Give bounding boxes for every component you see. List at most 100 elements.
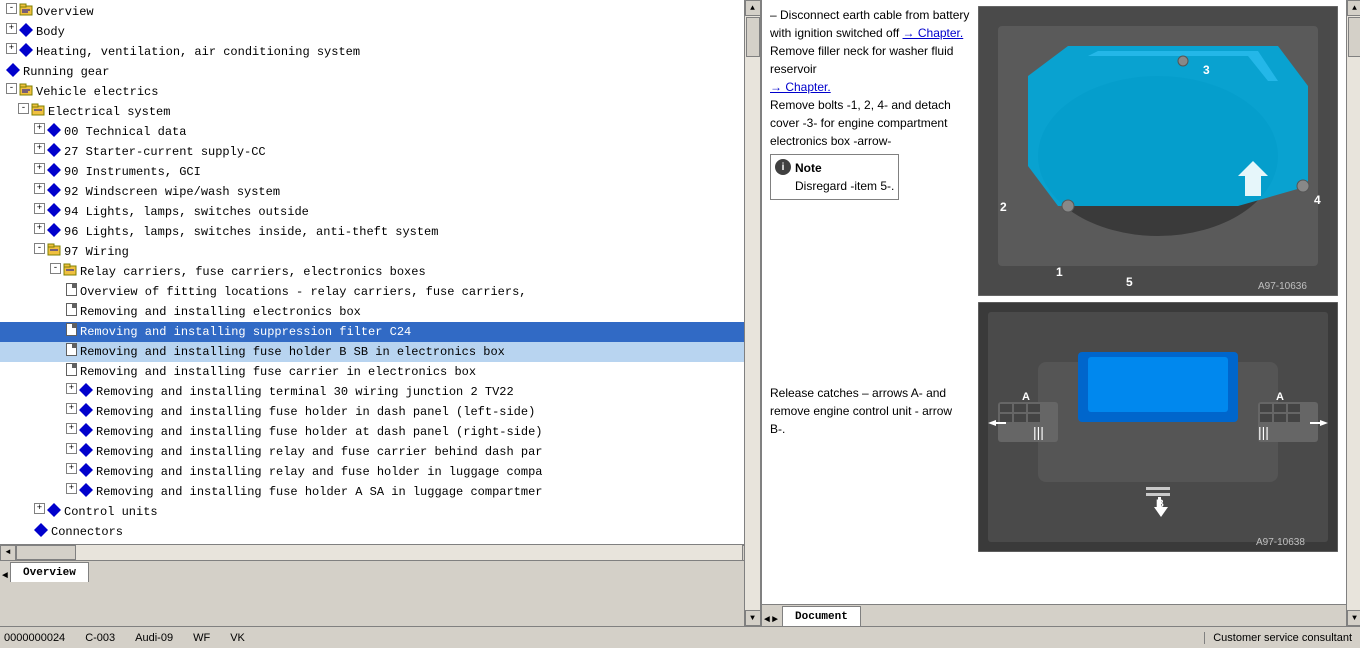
tree-label-vehicle-elec: Vehicle electrics bbox=[36, 83, 158, 101]
tree-item-elec-sys[interactable]: - Electrical system bbox=[0, 102, 744, 122]
bottom-tabs-left: ◄ Overview bbox=[0, 560, 744, 582]
engine-image-1: 1 2 3 4 5 A97-10636 bbox=[978, 6, 1338, 296]
scroll-thumb-left[interactable] bbox=[746, 17, 760, 57]
folder-link-icon bbox=[19, 3, 33, 17]
scroll-down-left[interactable]: ▼ bbox=[745, 610, 761, 626]
tree-label-elec-sys: Electrical system bbox=[48, 103, 170, 121]
bottom-tabs-right: ◄ ► Document bbox=[762, 604, 1346, 626]
left-panel: - Overview + Body bbox=[0, 0, 744, 582]
h-scroll-track[interactable] bbox=[16, 545, 742, 560]
expand-overview[interactable]: - bbox=[6, 3, 17, 14]
h-scroll-thumb[interactable] bbox=[16, 545, 76, 560]
tree-item-running[interactable]: Running gear bbox=[0, 62, 744, 82]
tree-item-terminal30[interactable]: + Removing and installing terminal 30 wi… bbox=[0, 382, 744, 402]
scroll-track-right[interactable] bbox=[1347, 16, 1360, 610]
tab-arrow-right-right[interactable]: ► bbox=[772, 615, 778, 626]
tree-area[interactable]: - Overview + Body bbox=[0, 0, 744, 544]
tab-arrow-left-right[interactable]: ◄ bbox=[764, 615, 770, 626]
step2-text: Remove bolts -1, 2, 4- and detach cover … bbox=[770, 96, 970, 150]
chapter-link-1[interactable]: → Chapter. bbox=[903, 26, 964, 40]
scroll-thumb-right[interactable] bbox=[1348, 17, 1360, 57]
expand-fuse-right[interactable]: + bbox=[66, 423, 77, 434]
note-box: i Note Disregard -item 5-. bbox=[770, 154, 899, 200]
expand-control[interactable]: + bbox=[34, 503, 45, 514]
expand-terminal30[interactable]: + bbox=[66, 383, 77, 394]
expand-relay-holder[interactable]: + bbox=[66, 463, 77, 474]
tree-item-fuse-carrier[interactable]: Removing and installing fuse carrier in … bbox=[0, 362, 744, 382]
expand-elec-sys[interactable]: - bbox=[18, 103, 29, 114]
tree-item-elec-box[interactable]: Removing and installing electronics box bbox=[0, 302, 744, 322]
tree-label-fuse-sb: Removing and installing fuse holder B SB… bbox=[80, 343, 505, 361]
tree-item-00[interactable]: + 00 Technical data bbox=[0, 122, 744, 142]
tree-item-fuse-sb[interactable]: Removing and installing fuse holder B SB… bbox=[0, 342, 744, 362]
expand-fuse-a[interactable]: + bbox=[66, 483, 77, 494]
chapter-link-2[interactable]: → Chapter. bbox=[770, 80, 831, 94]
expand-fuse-left[interactable]: + bbox=[66, 403, 77, 414]
tree-item-92[interactable]: + 92 Windscreen wipe/wash system bbox=[0, 182, 744, 202]
expand-92[interactable]: + bbox=[34, 183, 45, 194]
tree-label-relay-fuse: Removing and installing relay and fuse c… bbox=[96, 443, 542, 461]
expand-relay-fuse[interactable]: + bbox=[66, 443, 77, 454]
tree-scroll-area: - Overview + Body bbox=[0, 0, 744, 626]
tree-item-overview[interactable]: - Overview bbox=[0, 2, 744, 22]
status-field2: C-003 bbox=[85, 632, 115, 644]
tree-item-96[interactable]: + 96 Lights, lamps, switches inside, ant… bbox=[0, 222, 744, 242]
expand-body[interactable]: + bbox=[6, 23, 17, 34]
scroll-down-right[interactable]: ▼ bbox=[1347, 610, 1360, 626]
diamond-icon-96 bbox=[47, 223, 61, 237]
engine-svg-2: A ||| A ||| B bbox=[978, 302, 1338, 552]
tab-overview[interactable]: Overview bbox=[10, 562, 89, 582]
svg-text:5: 5 bbox=[1126, 275, 1133, 289]
expand-97[interactable]: - bbox=[34, 243, 45, 254]
tree-item-fuse-left[interactable]: + Removing and installing fuse holder in… bbox=[0, 402, 744, 422]
expand-27[interactable]: + bbox=[34, 143, 45, 154]
text-column: – Disconnect earth cable from battery wi… bbox=[770, 6, 970, 552]
left-v-scrollbar[interactable]: ▲ ▼ bbox=[744, 0, 760, 626]
tree-item-control[interactable]: + Control units bbox=[0, 502, 744, 522]
tree-label-92: 92 Windscreen wipe/wash system bbox=[64, 183, 280, 201]
expand-vehicle-elec[interactable]: - bbox=[6, 83, 17, 94]
tree-item-hvac[interactable]: + Heating, ventilation, air conditioning… bbox=[0, 42, 744, 62]
diamond-icon-27 bbox=[47, 143, 61, 157]
expand-00[interactable]: + bbox=[34, 123, 45, 134]
status-field3: Audi-09 bbox=[135, 632, 173, 644]
tree-item-body[interactable]: + Body bbox=[0, 22, 744, 42]
step3-text: Release catches – arrows A- and remove e… bbox=[770, 384, 970, 438]
tree-label-hvac: Heating, ventilation, air conditioning s… bbox=[36, 43, 360, 61]
expand-96[interactable]: + bbox=[34, 223, 45, 234]
tree-item-relay-holder[interactable]: + Removing and installing relay and fuse… bbox=[0, 462, 744, 482]
tab-document-label: Document bbox=[795, 611, 848, 623]
tree-item-connectors[interactable]: Connectors bbox=[0, 522, 744, 542]
h-scrollbar[interactable]: ◄ ► bbox=[0, 544, 744, 560]
right-v-scrollbar[interactable]: ▲ ▼ bbox=[1346, 0, 1360, 626]
tree-label-00: 00 Technical data bbox=[64, 123, 186, 141]
tree-item-fitting[interactable]: Overview of fitting locations - relay ca… bbox=[0, 282, 744, 302]
tree-label-97: 97 Wiring bbox=[64, 243, 129, 261]
scroll-up-left[interactable]: ▲ bbox=[745, 0, 761, 16]
tab-document[interactable]: Document bbox=[782, 606, 861, 626]
status-right-text: Customer service consultant bbox=[1213, 632, 1352, 644]
svg-text:|||: ||| bbox=[1258, 424, 1269, 440]
content-area[interactable]: – Disconnect earth cable from battery wi… bbox=[762, 0, 1346, 604]
tree-item-suppr[interactable]: Removing and installing suppression filt… bbox=[0, 322, 744, 342]
tree-item-relay[interactable]: - Relay carriers, fuse carriers, electro… bbox=[0, 262, 744, 282]
svg-text:3: 3 bbox=[1203, 63, 1210, 77]
tab-arrow-left[interactable]: ◄ bbox=[2, 571, 8, 582]
scroll-track-left[interactable] bbox=[745, 16, 760, 610]
expand-relay[interactable]: - bbox=[50, 263, 61, 274]
tree-item-94[interactable]: + 94 Lights, lamps, switches outside bbox=[0, 202, 744, 222]
tree-item-97[interactable]: - 97 Wiring bbox=[0, 242, 744, 262]
tree-item-fuse-right[interactable]: + Removing and installing fuse holder at… bbox=[0, 422, 744, 442]
tree-item-vehicle-elec[interactable]: - Vehicle electrics bbox=[0, 82, 744, 102]
expand-hvac[interactable]: + bbox=[6, 43, 17, 54]
expand-90[interactable]: + bbox=[34, 163, 45, 174]
right-panel: – Disconnect earth cable from battery wi… bbox=[762, 0, 1346, 626]
scroll-up-right[interactable]: ▲ bbox=[1347, 0, 1360, 16]
tree-item-relay-fuse[interactable]: + Removing and installing relay and fuse… bbox=[0, 442, 744, 462]
tree-item-27[interactable]: + 27 Starter-current supply-CC bbox=[0, 142, 744, 162]
expand-94[interactable]: + bbox=[34, 203, 45, 214]
h-scroll-left[interactable]: ◄ bbox=[0, 545, 16, 561]
folder-link-icon-3 bbox=[31, 103, 45, 117]
tree-item-90[interactable]: + 90 Instruments, GCI bbox=[0, 162, 744, 182]
tree-item-fuse-a[interactable]: + Removing and installing fuse holder A … bbox=[0, 482, 744, 502]
